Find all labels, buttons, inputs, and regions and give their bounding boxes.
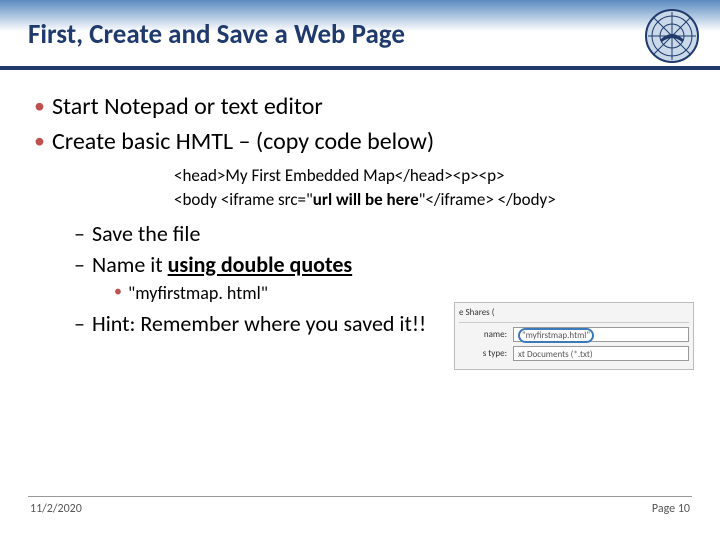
sub-example: "myfirstmap. html" [114,282,686,304]
save-dialog-screenshot: e Shares ( name: "myfirstmap.html" s typ… [454,302,694,370]
sc-name-input: "myfirstmap.html" [513,327,689,342]
code-block: <head>My First Embedded Map</head><p><p>… [174,164,686,212]
sub-save: Save the file [74,220,686,247]
sc-top-line: e Shares ( [459,307,689,323]
content-area: Start Notepad or text editor Create basi… [0,70,720,337]
page-title: First, Create and Save a Web Page [28,18,720,51]
footer: 11/2/2020 Page 10 [0,502,720,522]
sc-name-label: name: [459,329,507,340]
sc-type-label: s type: [459,348,507,359]
code-line-1: <head>My First Embedded Map</head><p><p> [174,164,686,188]
sub-name: Name it using double quotes [74,251,686,278]
header-band: First, Create and Save a Web Page [0,0,720,70]
icao-logo-icon [642,6,702,66]
code-line-2: <body <iframe src="url will be here"</if… [174,188,686,212]
sc-type-input: xt Documents (*.txt) [513,346,689,361]
bullet-start-notepad: Start Notepad or text editor [34,92,686,121]
footer-date: 11/2/2020 [30,502,82,522]
footer-page: Page 10 [652,502,690,522]
bullet-create-html: Create basic HMTL – (copy code below) [34,127,686,156]
